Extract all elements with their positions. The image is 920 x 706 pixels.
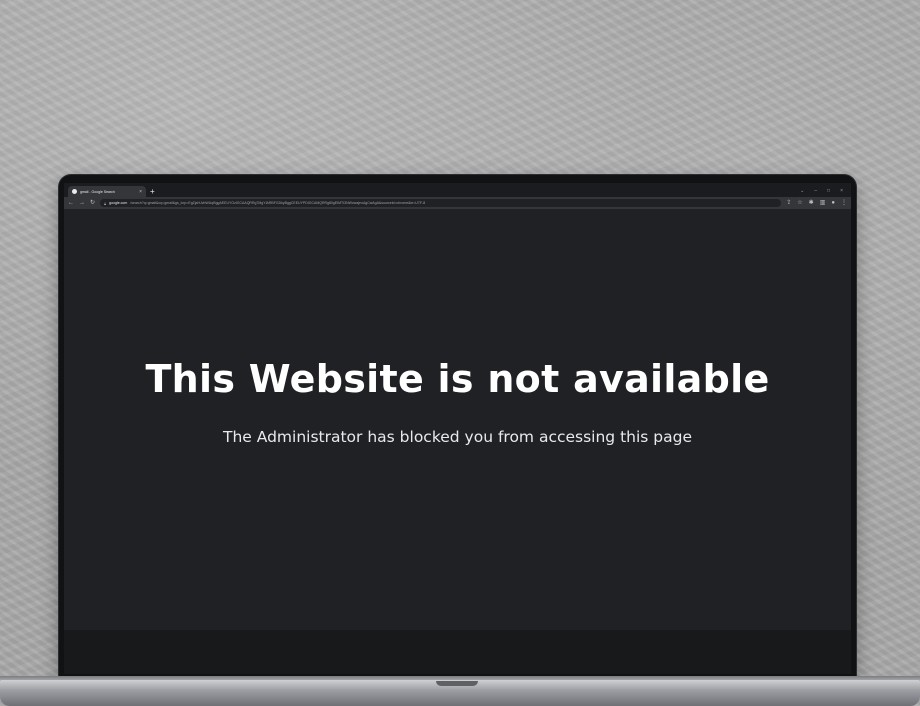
new-tab-button[interactable]: + bbox=[150, 187, 155, 196]
blocked-message: The Administrator has blocked you from a… bbox=[223, 428, 692, 446]
url-path: /search?q=gmail&oq=gmail&gs_lcrp=EgZjaHJ… bbox=[130, 201, 426, 205]
profile-icon[interactable]: ● bbox=[831, 200, 835, 206]
reload-button[interactable]: ↻ bbox=[90, 200, 95, 206]
window-controls: ⌄ – □ × bbox=[800, 188, 851, 197]
lock-icon: 🔒︎ bbox=[104, 200, 107, 206]
maximize-button[interactable]: □ bbox=[827, 188, 830, 194]
url-host: google.com bbox=[109, 201, 128, 205]
blocked-page: This Website is not available The Admini… bbox=[64, 209, 851, 630]
tab-strip: gmail - Google Search × + ⌄ – □ × bbox=[64, 183, 851, 197]
bookmark-star-icon[interactable]: ☆ bbox=[797, 200, 802, 206]
side-panel-icon[interactable]: ▥ bbox=[820, 200, 826, 206]
share-icon[interactable]: ⇪ bbox=[786, 200, 791, 206]
menu-kebab-icon[interactable]: ⋮ bbox=[841, 200, 847, 206]
tab-close-icon[interactable]: × bbox=[139, 189, 142, 195]
toolbar-actions: ⇪ ☆ ✱ ▥ ● ⋮ bbox=[786, 200, 847, 206]
back-button[interactable]: ← bbox=[68, 200, 74, 206]
page-title: This Website is not available bbox=[145, 357, 770, 401]
browser-tab[interactable]: gmail - Google Search × bbox=[68, 186, 146, 197]
google-favicon-icon bbox=[72, 189, 77, 194]
close-window-button[interactable]: × bbox=[840, 188, 843, 194]
browser-toolbar: ← → ↻ 🔒︎ google.com /search?q=gmail&oq=g… bbox=[64, 197, 851, 209]
tab-search-chevron-icon[interactable]: ⌄ bbox=[800, 188, 804, 194]
tab-title: gmail - Google Search bbox=[80, 189, 115, 194]
address-bar[interactable]: 🔒︎ google.com /search?q=gmail&oq=gmail&g… bbox=[100, 199, 782, 207]
minimize-button[interactable]: – bbox=[814, 188, 817, 194]
taskbar bbox=[64, 630, 851, 674]
laptop-notch bbox=[436, 681, 478, 686]
laptop-screen: gmail - Google Search × + ⌄ – □ × ← → ↻ … bbox=[64, 183, 851, 674]
forward-button[interactable]: → bbox=[79, 200, 85, 206]
extensions-icon[interactable]: ✱ bbox=[809, 200, 814, 206]
